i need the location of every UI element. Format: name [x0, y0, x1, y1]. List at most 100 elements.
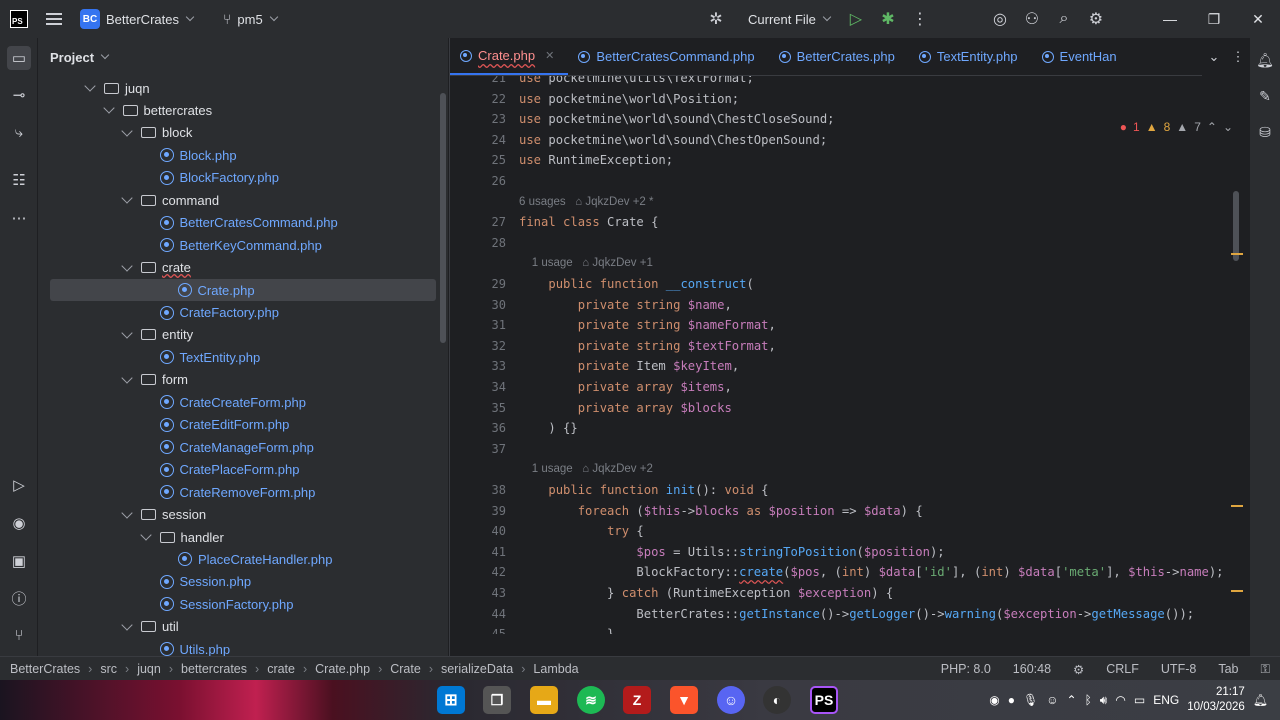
warning-marker[interactable]: [1231, 505, 1243, 507]
code-line[interactable]: BetterCrates::getInstance()->getLogger()…: [519, 607, 1194, 621]
search-icon[interactable]: ⌕: [1048, 5, 1080, 33]
project-badge[interactable]: BC: [80, 9, 100, 29]
code-line[interactable]: use pocketmine\world\Position;: [519, 92, 739, 106]
code-area[interactable]: ●1 ▲8 ▲7 ⌃ ⌄ \juqn\bettercrates\crateCra…: [450, 76, 1251, 634]
structure-icon[interactable]: ☷: [7, 168, 31, 192]
phpstorm-taskbar-icon[interactable]: PS: [810, 686, 838, 714]
chevron-down-icon[interactable]: [121, 125, 133, 137]
maximize-icon[interactable]: ❐: [1192, 0, 1236, 38]
run-icon[interactable]: ▷: [840, 5, 872, 33]
tree-file-item[interactable]: CrateManageForm.php: [38, 436, 314, 458]
tree-file-item[interactable]: Crate.php: [50, 279, 436, 302]
services-icon[interactable]: ◉: [7, 511, 31, 535]
windows-start-icon[interactable]: ⊞: [437, 686, 465, 714]
tree-folder-item[interactable]: form: [38, 369, 188, 391]
notifications-icon[interactable]: 🔔︎: [1255, 50, 1275, 70]
tree-file-item[interactable]: BlockFactory.php: [38, 167, 279, 189]
file-explorer-icon[interactable]: ▬: [530, 686, 558, 714]
tree-file-item[interactable]: TextEntity.php: [38, 346, 260, 368]
nav-bar-item[interactable]: crate: [267, 662, 295, 676]
project-name[interactable]: BetterCrates: [106, 12, 179, 27]
nav-bar-item[interactable]: juqn: [137, 662, 161, 676]
tree-file-item[interactable]: Utils.php: [38, 638, 230, 656]
code-line[interactable]: final class Crate {: [519, 215, 658, 229]
debug-icon[interactable]: ✱: [872, 5, 904, 33]
tree-file-item[interactable]: CratePlaceForm.php: [38, 459, 299, 481]
more-vertical-icon[interactable]: ⋮: [904, 5, 936, 33]
ai-chat-icon[interactable]: ✎: [1255, 86, 1275, 106]
code-line[interactable]: BlockFactory::create($pos, (int) $data['…: [519, 565, 1223, 579]
tree-file-item[interactable]: CrateRemoveForm.php: [38, 481, 315, 503]
editor-tab[interactable]: EventHan: [1032, 38, 1131, 75]
tree-file-item[interactable]: CrateCreateForm.php: [38, 391, 306, 413]
code-line[interactable]: foreach ($this->blocks as $position => $…: [519, 504, 923, 518]
code-line[interactable]: private string $nameFormat,: [519, 318, 776, 332]
git-branch-icon[interactable]: ⑂: [223, 11, 231, 27]
tree-folder-item[interactable]: handler: [38, 526, 224, 548]
chevron-down-icon[interactable]: [121, 192, 133, 204]
notification-bell-icon[interactable]: 🔔︎: [1253, 693, 1268, 707]
nav-bar-item[interactable]: serializeData: [441, 662, 513, 676]
tree-file-item[interactable]: BetterCratesCommand.php: [38, 212, 338, 234]
warning-marker[interactable]: [1231, 253, 1243, 255]
code-line[interactable]: use RuntimeException;: [519, 153, 673, 167]
php-version[interactable]: PHP: 8.0: [941, 662, 991, 676]
filezilla-icon[interactable]: Z: [623, 686, 651, 714]
brave-icon[interactable]: ▼: [670, 686, 698, 714]
editor-vertical-scrollbar[interactable]: [1233, 191, 1239, 261]
tree-folder-item[interactable]: entity: [38, 324, 193, 346]
tray-app-icon[interactable]: ◉: [989, 693, 999, 707]
code-style-icon[interactable]: ⚙: [1073, 662, 1084, 677]
minimize-icon[interactable]: —: [1148, 0, 1192, 38]
code-vision-hint[interactable]: 1 usage ⌂ JqkzDev +2: [519, 463, 653, 475]
code-line[interactable]: private Item $keyItem,: [519, 359, 739, 373]
editor-tab[interactable]: Crate.php ✕: [450, 38, 569, 75]
editor-tab[interactable]: TextEntity.php: [909, 38, 1032, 75]
tree-file-item[interactable]: CrateFactory.php: [38, 302, 279, 324]
bug-off-icon[interactable]: ✲: [700, 5, 732, 33]
project-tool-icon[interactable]: ▭: [7, 46, 31, 70]
code-line[interactable]: private string $textFormat,: [519, 339, 776, 353]
commit-icon[interactable]: ⊸: [7, 83, 31, 107]
obs-icon[interactable]: ◐: [763, 686, 791, 714]
tray-chevron-icon[interactable]: ⌃: [1067, 693, 1077, 707]
tab-list-chevron-icon[interactable]: ⌄: [1202, 49, 1226, 65]
code-line[interactable]: ) {}: [519, 421, 577, 435]
code-line[interactable]: private array $blocks: [519, 401, 732, 415]
chevron-down-icon[interactable]: [84, 80, 96, 92]
spotify-icon[interactable]: ≋: [577, 686, 605, 714]
phpstorm-logo-icon[interactable]: PS: [10, 10, 28, 28]
tree-folder-item[interactable]: block: [38, 122, 192, 144]
add-user-icon[interactable]: ⚇: [1016, 5, 1048, 33]
git-tool-icon[interactable]: ⑂: [7, 623, 31, 647]
task-view-icon[interactable]: ❐: [483, 686, 511, 714]
tree-file-item[interactable]: PlaceCrateHandler.php: [38, 548, 332, 570]
microphone-icon[interactable]: 🎙︎: [1023, 693, 1038, 707]
chevron-down-icon[interactable]: ⌄: [1223, 120, 1233, 134]
file-encoding[interactable]: UTF-8: [1161, 662, 1196, 676]
ai-assistant-icon[interactable]: ◎: [984, 5, 1016, 33]
inspection-widget[interactable]: ● 1 ▲ 8 ▲ 7 ⌃ ⌄: [1120, 120, 1233, 134]
chevron-down-icon[interactable]: [139, 529, 152, 541]
code-line[interactable]: }: [519, 627, 614, 634]
tree-file-item[interactable]: Session.php: [38, 571, 251, 593]
tray-discord-icon[interactable]: ☺: [1046, 693, 1058, 707]
more-vertical-icon[interactable]: ⋮: [1226, 49, 1250, 65]
more-tools-icon[interactable]: ⋯: [7, 206, 31, 230]
tree-folder-item[interactable]: session: [38, 504, 206, 526]
code-vision-hint[interactable]: 1 usage ⌂ JqkzDev +1: [519, 257, 653, 269]
warning-marker[interactable]: [1231, 590, 1243, 592]
tree-file-item[interactable]: CrateEditForm.php: [38, 414, 289, 436]
branch-name[interactable]: pm5: [237, 12, 262, 27]
tree-file-item[interactable]: BetterKeyCommand.php: [38, 234, 322, 256]
chevron-down-icon[interactable]: [102, 102, 115, 115]
lock-icon[interactable]: ⚿: [1260, 662, 1270, 677]
main-menu-icon[interactable]: [46, 13, 62, 25]
wifi-icon[interactable]: ◠: [1115, 693, 1125, 707]
nav-bar-item[interactable]: src: [100, 662, 117, 676]
tree-folder-item[interactable]: juqn: [38, 77, 150, 99]
clock[interactable]: 21:17 10/03/2026: [1187, 685, 1245, 715]
editor-tab[interactable]: BetterCratesCommand.php: [568, 38, 768, 75]
nav-bar-item[interactable]: BetterCrates: [10, 662, 80, 676]
tree-file-item[interactable]: Block.php: [38, 144, 237, 166]
